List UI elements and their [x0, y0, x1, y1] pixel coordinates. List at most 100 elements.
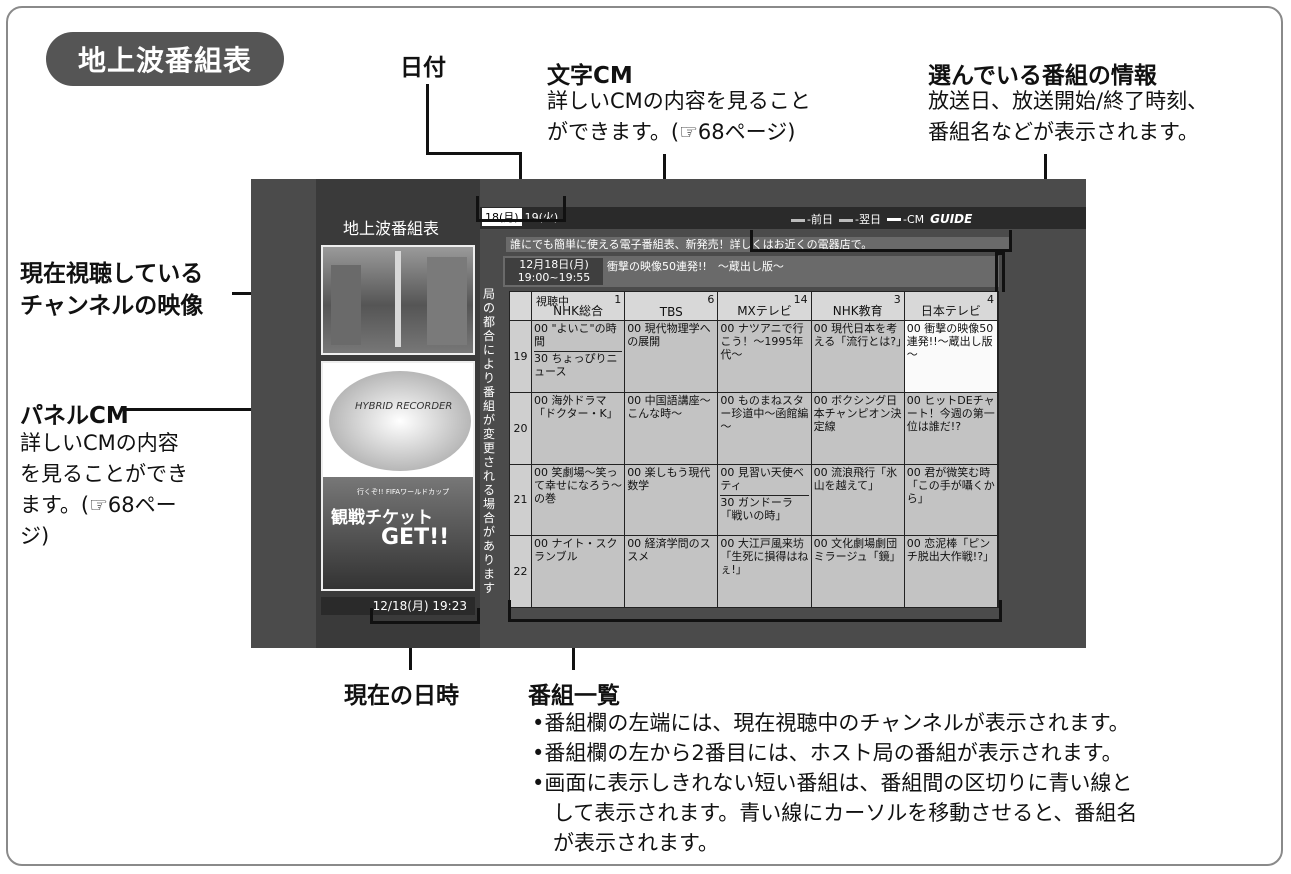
ticket-ad-image: 行くぞ!! FIFAワールドカップ 観戦チケット GET!! — [323, 477, 473, 589]
program-cell[interactable]: 00 ものまねスター珍道中～函館編～ — [718, 391, 812, 464]
panel-cm-callout-line2: を見ることができ — [20, 462, 188, 486]
program-list-bullet1: •番組欄の左端には、現在視聴中のチャンネルが表示されます。 — [532, 711, 1130, 735]
grid-corner — [510, 292, 532, 320]
top-bar — [480, 207, 1086, 229]
date-leader-h — [426, 152, 522, 155]
current-video-callout-line2: チャンネルの映像 — [20, 293, 204, 319]
channel-name: NHK教育 — [832, 304, 883, 318]
program-title: 30 ちょっぴりニュース — [534, 351, 623, 378]
program-cell[interactable]: 00 大江戸風来坊「生死に損得はねぇ!」 — [718, 535, 812, 607]
program-title: 00 ヒットDEチャート！今週の第一位は誰だ!? — [906, 393, 995, 433]
program-cell[interactable]: 00 衝撃の映像50連発!!～蔵出し版～ — [904, 320, 998, 392]
program-info-date: 12月18日(月) — [519, 258, 589, 271]
program-title: 00 衝撃の映像50連発!!～蔵出し版～ — [906, 322, 994, 361]
cm-bracket — [750, 230, 1012, 252]
program-info-datetime: 12月18日(月) 19:00~19:55 — [505, 258, 603, 285]
channel-name: MXテレビ — [737, 304, 792, 318]
program-cell[interactable]: 00 楽しもう現代数学 — [625, 463, 719, 536]
program-cell[interactable]: 00 笑劇場～笑って幸せになろう～の巻 — [532, 463, 626, 536]
program-cell[interactable]: 00 現代日本を考える「流行とは?」 — [811, 320, 905, 392]
text-cm-callout-line2: ができます。(☞68ページ) — [547, 120, 796, 144]
program-title: 00 ナツアニで行こう！～1995年代～ — [720, 322, 804, 361]
channel-header-3[interactable]: 14 MXテレビ — [718, 292, 812, 320]
program-cell[interactable]: 00 海外ドラマ「ドクター・K」 — [532, 391, 626, 464]
program-title: 00 見習い天使ベティ — [720, 465, 804, 492]
panel-cm-callout-line4: ジ) — [20, 524, 50, 548]
channel-header-4[interactable]: 3 NHK教育 — [811, 292, 905, 320]
legend-cm: -CM — [886, 213, 924, 226]
program-title: 00 恋泥棒「ピンチ脱出大作戦!?」 — [906, 537, 995, 564]
date-bracket — [476, 196, 566, 222]
program-title: 00 ものまねスター珍道中～函館編～ — [720, 393, 809, 433]
program-cell[interactable]: 00 "よいこ"の時間 30 ちょっぴりニュース — [532, 320, 626, 392]
legend-next-day: -翌日 — [838, 211, 881, 227]
program-cell[interactable]: 00 君が微笑む時「この手が囁くから」 — [904, 463, 998, 536]
hour-label: 21 — [510, 463, 532, 536]
key-legend: -前日 -翌日 -CM GUIDE — [791, 211, 972, 227]
program-cell[interactable]: 00 現代物理学への展開 — [625, 320, 719, 392]
program-cell[interactable]: 00 文化劇場劇団ミラージュ「鏡」 — [811, 535, 905, 607]
screen-title: 地上波番組表 — [343, 219, 440, 238]
program-cell[interactable]: 00 恋泥棒「ピンチ脱出大作戦!?」 — [904, 535, 998, 607]
program-title: 00 ナイト・スクランブル — [534, 537, 618, 564]
info-callout-line1: 放送日、放送開始/終了時刻、 — [928, 89, 1209, 113]
channel-name: TBS — [659, 305, 683, 319]
program-title: 00 現代日本を考える「流行とは?」 — [813, 322, 905, 348]
program-title: 00 海外ドラマ「ドクター・K」 — [534, 393, 618, 420]
clock-bracket — [370, 608, 480, 624]
info-callout-title: 選んでいる番組の情報 — [928, 63, 1157, 89]
program-cell[interactable]: 00 ナイト・スクランブル — [532, 535, 626, 607]
legend-prev-day: -前日 — [791, 211, 833, 227]
info-callout-line2: 番組名などが表示されます。 — [928, 120, 1199, 144]
program-title: 00 君が微笑む時「この手が囁くから」 — [906, 465, 995, 505]
program-info-time: 19:00~19:55 — [517, 271, 591, 284]
program-title: 00 ボクシング日本チャンピオン決定線 — [813, 393, 902, 433]
panel-cm-callout-line3: ます。(☞68ペー — [20, 493, 177, 517]
date-leader — [426, 84, 429, 154]
program-title: 00 大江戸風来坊「生死に損得はねぇ!」 — [720, 537, 809, 577]
guide-logo-icon: GUIDE — [930, 212, 973, 226]
recorder-image — [329, 371, 471, 471]
text-cm-callout-line1: 詳しいCMの内容を見ること — [547, 89, 811, 113]
date-callout: 日付 — [400, 55, 446, 81]
program-title: 30 ガンドーラ「戦いの時」 — [720, 494, 809, 522]
program-title: 00 楽しもう現代数学 — [627, 465, 711, 492]
program-list-bullet5: が表示されます。 — [532, 831, 719, 855]
program-list-bullet3: •画面に表示しきれない短い番組は、番組間の区切りに青い線と — [532, 771, 1133, 795]
program-cell[interactable]: 00 流浪飛行「氷山を越えて」 — [811, 463, 905, 536]
grid-bracket — [508, 600, 1002, 622]
program-cell[interactable]: 00 中国語講座～こんな時～ — [625, 391, 719, 464]
current-video-callout-line1: 現在視聴している — [20, 261, 204, 287]
info-bracket — [995, 252, 1005, 292]
program-title: 00 現代物理学への展開 — [627, 322, 711, 348]
channel-header-5[interactable]: 4 日本テレビ — [904, 292, 998, 320]
program-title: 00 流浪飛行「氷山を越えて」 — [813, 465, 898, 492]
page-title: 地上波番組表 — [46, 32, 284, 86]
program-title: 00 文化劇場劇団ミラージュ「鏡」 — [813, 537, 901, 564]
channel-name: NHK総合 — [553, 304, 604, 318]
program-cell[interactable]: 00 ヒットDEチャート！今週の第一位は誰だ!? — [904, 391, 998, 464]
schedule-change-note: 局の都合により番組が変更される場合があります — [482, 287, 495, 595]
current-channel-video — [321, 245, 475, 355]
channel-header-1[interactable]: 視聴中 1 NHK総合 — [532, 292, 626, 320]
program-title: 00 経済学問のススメ — [627, 537, 711, 564]
program-cell[interactable]: 00 ボクシング日本チャンピオン決定線 — [811, 391, 905, 464]
program-cell[interactable]: 00 ナツアニで行こう！～1995年代～ — [718, 320, 812, 392]
hour-label: 22 — [510, 535, 532, 607]
program-info-name: 衝撃の映像50連発!! ～蔵出し版～ — [607, 260, 784, 273]
panel-cm[interactable]: HYBRID RECORDER 行くぞ!! FIFAワールドカップ 観戦チケット… — [321, 361, 475, 591]
channel-header-2[interactable]: 6 TBS — [625, 292, 719, 320]
hour-label: 19 — [510, 320, 532, 392]
ticket-ad-sub: 行くぞ!! FIFAワールドカップ — [357, 488, 450, 496]
channel-name: 日本テレビ — [920, 304, 981, 318]
program-cell[interactable]: 00 見習い天使ベティ 30 ガンドーラ「戦いの時」 — [718, 463, 812, 536]
panel-cm-recorder-text: HYBRID RECORDER — [355, 401, 453, 412]
program-cell[interactable]: 00 経済学問のススメ — [625, 535, 719, 607]
panel-cm-callout-line1: 詳しいCMの内容 — [20, 431, 179, 455]
program-title: 00 中国語講座～こんな時～ — [627, 393, 711, 420]
now-time-callout: 現在の日時 — [344, 683, 459, 709]
program-grid: 視聴中 1 NHK総合 6 TBS 14 MXテレビ 3 NHK教育 4 日本テレビ 19 00 "よい… — [509, 291, 999, 608]
program-list-bullet4: して表示されます。青い線にカーソルを移動させると、番組名 — [532, 801, 1138, 825]
program-list-callout-title: 番組一覧 — [528, 683, 620, 709]
ticket-ad-get: GET!! — [381, 525, 450, 550]
